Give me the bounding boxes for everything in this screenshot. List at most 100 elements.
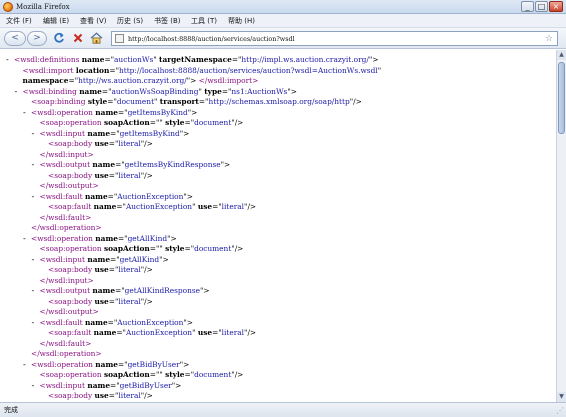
collapse-toggle[interactable]: -	[14, 86, 19, 97]
xml-text: ="	[212, 328, 222, 337]
xml-text: ="	[110, 254, 120, 264]
collapse-toggle[interactable]: -	[31, 254, 36, 265]
xml-text: "/>	[140, 170, 153, 180]
xml-text: ="	[107, 317, 118, 327]
xml-attribute-value: AuctionException	[117, 191, 184, 201]
xml-attribute-name: name	[87, 380, 111, 390]
collapse-toggle[interactable]: -	[31, 191, 36, 202]
collapse-toggle[interactable]: -	[22, 233, 27, 244]
menu-tools[interactable]: 工具 (T)	[191, 15, 217, 27]
xml-tag: <soap:operation	[39, 118, 104, 127]
xml-text: "/>	[244, 202, 257, 211]
xml-text: "/>	[231, 370, 244, 379]
xml-line: <soap:operation soapAction="" style="doc…	[40, 243, 244, 254]
collapse-toggle[interactable]: -	[31, 159, 36, 170]
resize-grip-icon[interactable]: ⋰	[556, 406, 564, 416]
xml-text: "/>	[231, 118, 244, 127]
xml-tag: <soap:body	[48, 296, 95, 306]
back-button[interactable]: <	[4, 31, 26, 46]
xml-attribute-name: name	[95, 233, 118, 243]
xml-attribute-value: literal	[118, 391, 141, 400]
xml-text: "/>	[140, 139, 153, 148]
xml-attribute-name: namespace	[22, 76, 69, 85]
xml-text: ="	[108, 391, 119, 400]
vertical-scrollbar[interactable]: ▲ ▼	[556, 50, 566, 402]
xml-text: "/>	[349, 97, 362, 106]
address-bar[interactable]: http://localhost:8888/auction/services/a…	[111, 31, 558, 46]
window-title: Mozilla Firefox	[16, 3, 70, 11]
xml-line: - <wsdl:definitions name="auctionWs" targ…	[5, 54, 378, 65]
bookmark-star-icon[interactable]: ☆	[545, 33, 553, 45]
forward-icon: >	[33, 33, 41, 43]
xml-tag: <wsdl:definitions	[14, 55, 82, 64]
xml-line: </wsdl:fault>	[40, 338, 92, 349]
xml-text: ="	[116, 202, 126, 211]
menu-edit[interactable]: 编辑 (E)	[43, 15, 69, 27]
xml-line: - <wsdl:operation name="getItemsByKind">	[22, 107, 198, 118]
collapse-toggle[interactable]: -	[31, 285, 36, 296]
xml-attribute-name: name	[81, 55, 105, 64]
xml-text: ="	[107, 191, 118, 201]
xml-text: ="	[231, 55, 242, 64]
maximize-button[interactable]: □	[535, 1, 548, 12]
xml-text: "/>	[140, 265, 153, 274]
collapse-toggle[interactable]: -	[31, 128, 36, 139]
menu-history[interactable]: 历史 (S)	[117, 15, 143, 27]
xml-tag: </wsdl:fault>	[39, 212, 92, 222]
xml-tag: </wsdl:input>	[39, 149, 94, 159]
xml-attribute-value: ns1:AuctionWs	[231, 86, 288, 96]
collapse-toggle[interactable]: -	[31, 380, 36, 391]
scroll-down-arrow[interactable]: ▼	[557, 392, 566, 402]
xml-attribute-name: name	[93, 202, 117, 211]
xml-text: ">	[187, 107, 198, 117]
close-button[interactable]: ×	[549, 1, 563, 12]
forward-button[interactable]: >	[27, 31, 47, 46]
status-text: 完成	[4, 406, 18, 414]
xml-line: <soap:body use="literal"/>	[48, 296, 153, 307]
xml-text: ">	[220, 160, 231, 169]
scroll-up-arrow[interactable]: ▲	[557, 50, 566, 60]
xml-tag: <wsdl:input	[39, 128, 88, 138]
collapse-toggle[interactable]: -	[22, 107, 27, 118]
xml-attribute-name: name	[95, 359, 118, 369]
xml-line: - <wsdl:input name="getItemsByKind">	[31, 128, 190, 139]
xml-line: - <wsdl:fault name="AuctionException">	[31, 191, 194, 202]
home-button[interactable]	[90, 32, 103, 45]
xml-line: </wsdl:output>	[40, 180, 99, 191]
collapse-toggle[interactable]: -	[31, 317, 36, 328]
stop-button[interactable]	[71, 32, 84, 45]
xml-line: - <wsdl:binding name =" auctionWsSoapBindin…	[14, 86, 297, 97]
xml-text: ="	[117, 233, 128, 243]
xml-attribute-value: auctionWsSoapBinding	[111, 86, 199, 96]
xml-tag: <soap:body	[48, 139, 95, 148]
menu-help[interactable]: 帮助 (H)	[228, 15, 255, 27]
xml-attribute-name: name	[93, 328, 117, 337]
xml-attribute-name: name	[95, 107, 118, 117]
xml-tag: <soap:binding	[31, 97, 88, 106]
collapse-toggle[interactable]: -	[22, 359, 27, 370]
xml-text: ">	[183, 191, 193, 201]
menu-bookmarks[interactable]: 书签 (B)	[154, 15, 181, 27]
xml-attribute-name: style	[165, 244, 185, 253]
xml-text: ="	[108, 170, 119, 180]
scrollbar-thumb[interactable]	[558, 62, 565, 134]
xml-attribute-name: soapAction	[103, 244, 150, 253]
xml-text: ="	[184, 244, 195, 253]
xml-tag: <wsdl:operation	[31, 359, 96, 369]
xml-attribute-name: use	[94, 265, 109, 274]
menu-view[interactable]: 查看 (V)	[80, 15, 106, 27]
xml-attribute-value: auctionWs	[114, 55, 154, 64]
xml-line: </wsdl:operation>	[31, 348, 102, 359]
xml-tag: <wsdl:output	[39, 286, 93, 295]
xml-tag: <soap:operation	[39, 370, 104, 379]
xml-attribute-value: AuctionException	[125, 202, 193, 211]
xml-attribute-value: getBidByUser	[119, 380, 172, 390]
xml-text: "/>	[140, 296, 153, 306]
minimize-button[interactable]: _	[521, 1, 534, 12]
xml-tag: <soap:fault	[48, 202, 94, 211]
title-bar: Mozilla Firefox _ □ ×	[0, 0, 566, 14]
menu-file[interactable]: 文件 (F)	[6, 15, 32, 27]
collapse-toggle[interactable]: -	[5, 54, 10, 65]
reload-button[interactable]	[52, 32, 65, 45]
url-text[interactable]: http://localhost:8888/auction/services/a…	[128, 33, 295, 45]
